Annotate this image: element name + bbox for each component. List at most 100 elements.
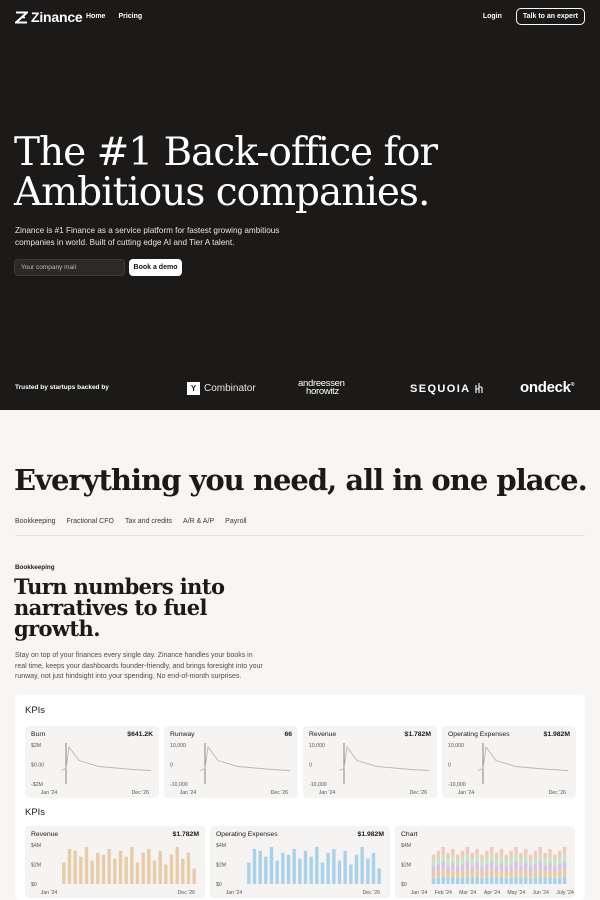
stacked-bar-segment (456, 878, 460, 884)
stacked-bar-segment (451, 862, 455, 870)
tab-ar-ap[interactable]: A/R & A/P (183, 518, 214, 525)
chart-bar (303, 850, 308, 884)
stacked-bar-segment (441, 869, 445, 877)
kpi-card-burn[interactable]: Burn $641.2K $2M $0.00 -$2M Jan '24 Dec '26 (25, 726, 159, 798)
kpi-card-operating-expenses[interactable]: Operating Expenses $1.982M $4M $2M $0 Jan '24… (210, 826, 390, 898)
y-axis-tick: 0 (170, 763, 173, 769)
y-combinator-logo: Y Combinator (187, 382, 256, 395)
y-axis-tick: $4M (401, 843, 411, 849)
kpi-card-revenue[interactable]: Revenue $1.782M $4M $2M $0 Jan '24 Dec '26 (25, 826, 205, 898)
chart-bar (315, 846, 319, 884)
x-axis-tick: Jan '24 (41, 890, 58, 896)
book-demo-button[interactable]: Book a demo (129, 259, 182, 276)
stacked-bar-segment (519, 852, 523, 860)
talk-to-expert-button[interactable]: Talk to an expert (515, 8, 585, 25)
chart-bar (175, 846, 179, 884)
login-link[interactable]: Login (483, 13, 502, 20)
chart-bar (281, 852, 285, 884)
kpis-title-row1: KPIs (25, 705, 46, 716)
stacked-bar-segment (514, 876, 518, 884)
chart-bar (118, 850, 123, 884)
stacked-bar-segment (475, 869, 479, 877)
chart-bar (332, 848, 336, 884)
y-axis-tick: 10,000 (170, 743, 186, 749)
stacked-bar-segment (431, 854, 436, 861)
kpi-card-runway[interactable]: Runway 66 10,000 0 -10,000 Jan '24 Dec '26 (164, 726, 298, 798)
chart-bar (252, 848, 257, 884)
yc-mark: Y (187, 382, 200, 395)
stacked-bar-segment (538, 869, 542, 877)
stacked-bar-segment (548, 862, 552, 870)
kpi-mini-chart: 10,000 0 -10,000 Jan '24 Dec '26 (170, 743, 291, 796)
top-nav: Zinance Home Pricing Login Talk to an ex… (15, 8, 585, 27)
stacked-bar-segment (494, 859, 499, 866)
registered-mark-icon: ® (570, 382, 575, 388)
stacked-bar-segment (460, 850, 465, 858)
kpis-title-row2: KPIs (25, 807, 46, 818)
chart-bar (67, 848, 72, 884)
stacked-bar-segment (538, 854, 542, 862)
tab-tax-and-credits[interactable]: Tax and credits (125, 518, 172, 525)
y-axis-tick: $0.00 (31, 763, 44, 769)
chart-bar (320, 862, 325, 884)
stacked-bar-segment (558, 870, 562, 878)
kpi-card-revenue[interactable]: Revenue $1.782M 10,000 0 -10,000 Jan '24 Dec '… (303, 726, 437, 798)
stacked-bar-segment (470, 865, 474, 872)
kpi-card-chart[interactable]: Chart $4M $2M $0 Jan '24 Feb '24 Mar '24 Apr '2… (395, 826, 575, 898)
stacked-bar-segment (485, 877, 489, 884)
x-axis-tick: Jan '24 (319, 790, 336, 796)
chart-bar (349, 864, 353, 884)
company-email-input[interactable] (14, 259, 125, 276)
nav-link-home[interactable]: Home (86, 13, 105, 20)
stacked-bar-segment (470, 877, 474, 884)
stacked-bar-segment (504, 860, 508, 867)
stacked-bar-segment (436, 877, 440, 884)
stacked-bar-segment (451, 848, 455, 856)
tab-fractional-cfo[interactable]: Fractional CFO (66, 518, 113, 525)
x-axis-tick: Dec '26 (363, 890, 381, 896)
stacked-bar-segment (558, 877, 562, 884)
stacked-bar-segment (548, 876, 552, 884)
brand-logo[interactable]: Zinance (15, 9, 83, 25)
stacked-bar-segment (446, 859, 450, 866)
kpi-card-operating-expenses[interactable]: Operating Expenses $1.982M 10,000 0 -10,000 J… (442, 726, 576, 798)
a16z-line2: horowitz (306, 386, 339, 397)
chart-bar (337, 860, 342, 884)
stacked-bar-segment (446, 871, 450, 878)
sequoia-name: SEQUOIA (410, 383, 471, 395)
chart-bar (258, 850, 262, 884)
x-axis-tick: Dec '26 (271, 790, 289, 796)
stacked-bar-segment (436, 864, 440, 871)
stacked-bar-segment (446, 865, 450, 872)
stacked-bar-segment (504, 854, 508, 861)
stacked-bar-segment (538, 861, 542, 870)
stacked-bar-segment (436, 870, 440, 878)
stacked-bar-segment (553, 872, 557, 879)
stacked-bar-segment (490, 854, 494, 862)
stacked-bar-segment (553, 854, 557, 861)
tab-bookkeeping[interactable]: Bookkeeping (15, 518, 55, 525)
investor-logos: Y Combinator andreessen horowitz SEQUOIA… (0, 376, 600, 400)
y-axis-tick: -10,000 (309, 782, 327, 788)
kpi-mini-chart: $4M $2M $0 Jan '24 Dec '26 (31, 843, 196, 896)
chart-bar (101, 854, 106, 884)
y-axis-tick: $4M (216, 843, 226, 849)
stacked-bar-segment (514, 846, 518, 855)
stacked-bar-segment (446, 852, 450, 860)
nav-link-pricing[interactable]: Pricing (118, 13, 142, 20)
stacked-bar-segment (465, 876, 470, 884)
tab-payroll[interactable]: Payroll (225, 518, 246, 525)
x-axis-tick: Jan '24 (411, 890, 428, 896)
stacked-bar-segment (465, 869, 470, 877)
kpi-mini-chart: 10,000 0 -10,000 Jan '24 Dec '26 (448, 743, 569, 796)
stacked-bar-segment (485, 864, 489, 871)
stacked-bar-segment (456, 854, 460, 861)
dashboard-preview: KPIs KPIs Burn $641.2K $2M $0.00 -$2M Jan '24… (15, 695, 585, 900)
feature-tabs: Bookkeeping Fractional CFO Tax and credi… (15, 518, 247, 525)
stacked-bar-segment (509, 870, 513, 878)
hero-section: Zinance Home Pricing Login Talk to an ex… (0, 0, 600, 410)
stacked-bar-segment (456, 866, 460, 873)
stacked-bar-segment (509, 877, 513, 884)
hero-subtitle: Zinance is #1 Finance as a service platf… (15, 226, 280, 247)
chart-bar (130, 846, 134, 884)
